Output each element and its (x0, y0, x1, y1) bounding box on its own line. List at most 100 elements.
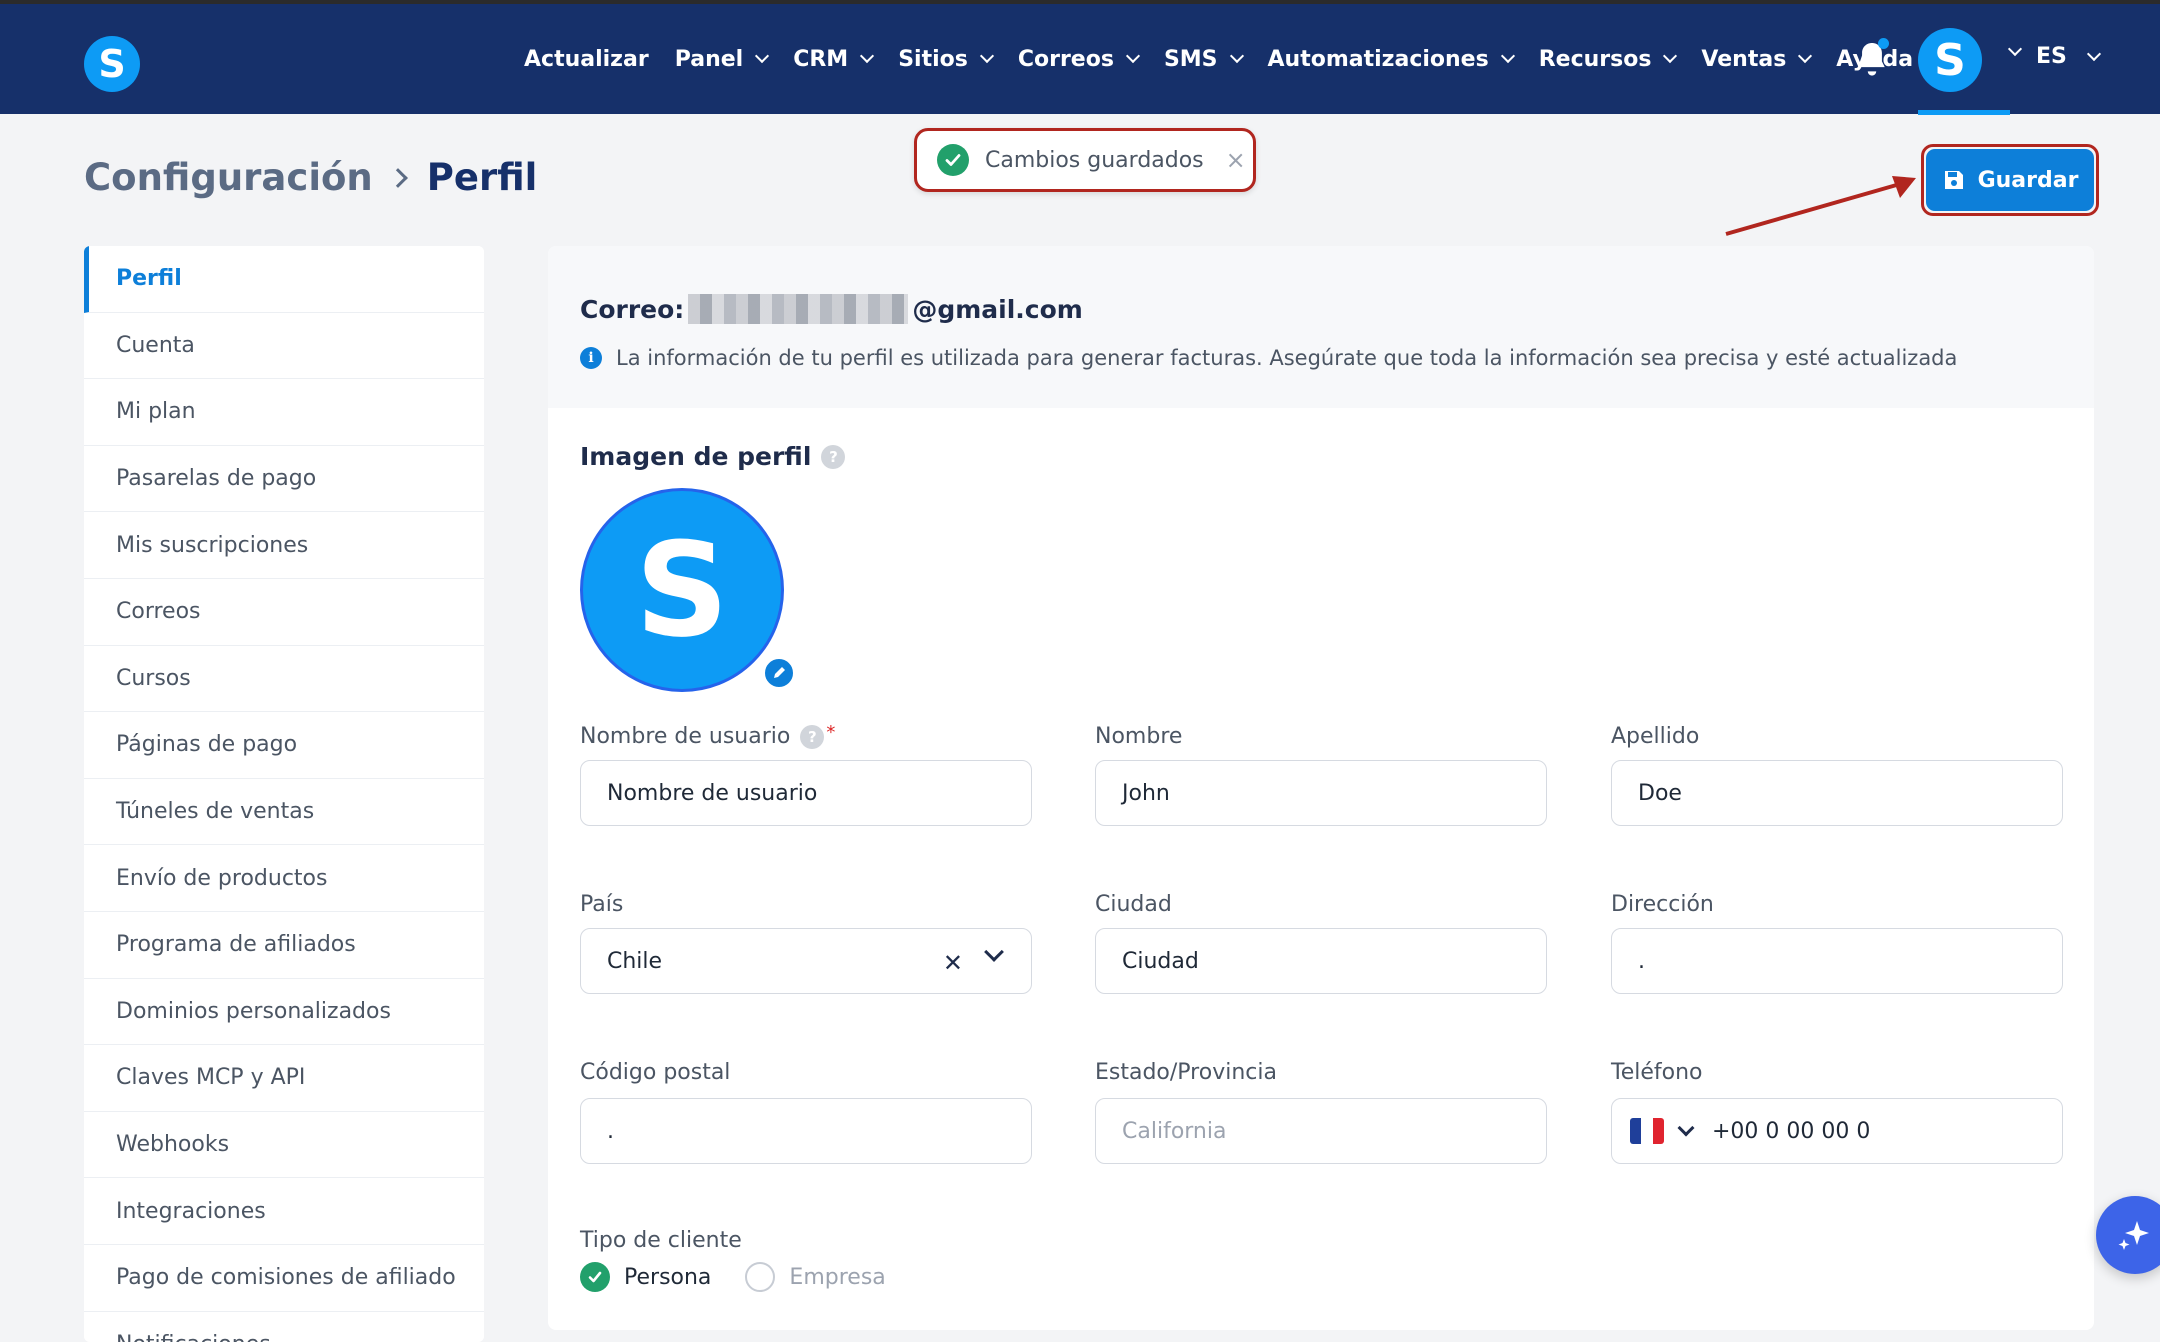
sidebar-item[interactable]: Cuenta (84, 312, 484, 380)
pencil-icon[interactable] (762, 656, 796, 690)
info-icon: i (580, 347, 602, 369)
phone-input[interactable]: +00 0 00 00 0 (1611, 1098, 2063, 1164)
save-button[interactable]: Guardar (1926, 149, 2094, 211)
chevron-down-icon (2086, 46, 2101, 61)
chevron-down-icon (755, 48, 770, 64)
username-input[interactable]: Nombre de usuario (580, 760, 1032, 826)
chevron-down-icon (1663, 48, 1678, 64)
sidebar-item[interactable]: Cursos (84, 645, 484, 713)
nav-item-automatizaciones[interactable]: Automatizaciones (1267, 46, 1515, 72)
nav-menu: Actualizar Panel CRM Sitios Correos SMS Automa… (524, 4, 1939, 114)
nav-item-correos[interactable]: Correos (1017, 46, 1141, 72)
phone-label: Teléfono (1611, 1060, 1703, 1085)
username-label: Nombre de usuario ? * (580, 722, 836, 749)
check-circle-icon (937, 144, 969, 176)
app-logo[interactable]: S (84, 36, 140, 92)
customer-type-radios: Persona Empresa (580, 1262, 886, 1292)
radio-empresa-label[interactable]: Empresa (789, 1265, 885, 1290)
toast-message: Cambios guardados (985, 147, 1204, 173)
profile-image-title: Imagen de perfil ? (580, 442, 846, 471)
radio-empresa[interactable] (745, 1262, 776, 1292)
nav-item-actualizar[interactable]: Actualizar (524, 47, 649, 72)
france-flag-icon[interactable] (1630, 1118, 1664, 1144)
radio-persona[interactable] (580, 1262, 610, 1292)
chevron-down-icon (979, 48, 994, 64)
profile-avatar[interactable]: S (580, 488, 784, 692)
avatar-chevron-down-icon[interactable] (2007, 41, 2023, 57)
nav-item-label: Panel (674, 46, 744, 72)
city-input[interactable]: Ciudad (1095, 928, 1547, 994)
first-name-input[interactable]: John (1095, 760, 1547, 826)
settings-sidebar: Perfil Cuenta Mi plan Pasarelas de pago Mis … (84, 246, 484, 1342)
country-value: Chile (607, 948, 663, 974)
postal-code-label: Código postal (580, 1060, 731, 1085)
language-selector[interactable]: ES (2036, 44, 2101, 69)
language-label: ES (2036, 44, 2067, 69)
nav-item-sms[interactable]: SMS (1163, 46, 1244, 72)
nav-item-crm[interactable]: CRM (793, 47, 875, 72)
required-mark: * (826, 722, 836, 743)
nav-item-label: Actualizar (524, 46, 649, 72)
sidebar-item[interactable]: Notificaciones (84, 1311, 484, 1342)
phone-value: +00 0 00 00 0 (1712, 1118, 1871, 1144)
email-domain: @gmail.com (912, 294, 1083, 324)
profile-header: Correo: @gmail.com i La información de t… (548, 246, 2094, 408)
success-toast: Cambios guardados × (914, 128, 1256, 192)
nav-item-sitios[interactable]: Sitios (898, 47, 994, 72)
sidebar-item[interactable]: Pasarelas de pago (84, 445, 484, 513)
sidebar-item[interactable]: Mis suscripciones (84, 512, 484, 579)
sidebar-item[interactable]: Pago de comisiones de afiliado (84, 1244, 484, 1312)
help-icon[interactable]: ? (800, 724, 825, 749)
sidebar-item[interactable]: Integraciones (84, 1178, 484, 1245)
info-text: La información de tu perfil es utilizada… (616, 346, 1958, 370)
floppy-disk-icon (1944, 171, 1963, 189)
sparkles-icon (2118, 1221, 2149, 1250)
chevron-down-icon[interactable] (984, 942, 1004, 962)
nav-item-label: Automatizaciones (1267, 46, 1489, 72)
country-select[interactable]: Chile ✕ (580, 928, 1032, 994)
postal-code-input[interactable]: . (580, 1098, 1032, 1164)
nav-item-label: Ventas (1701, 46, 1787, 72)
notification-dot (1878, 38, 1889, 49)
sidebar-item[interactable]: Mi plan (84, 379, 484, 446)
ai-assistant-button[interactable] (2096, 1196, 2160, 1274)
user-avatar[interactable]: S (1918, 28, 1982, 92)
nav-item-ventas[interactable]: Ventas (1701, 46, 1813, 72)
sidebar-item[interactable]: Perfil (84, 246, 484, 313)
country-label: País (580, 892, 624, 917)
sidebar-item[interactable]: Correos (84, 578, 484, 646)
email-redacted (688, 294, 909, 324)
chevron-down-icon (1798, 48, 1813, 64)
nav-item-panel[interactable]: Panel (674, 46, 770, 72)
sidebar-item[interactable]: Túneles de ventas (84, 778, 484, 846)
nav-item-label: SMS (1163, 46, 1218, 72)
top-navbar: S Actualizar Panel CRM Sitios Correos SMS Auto… (0, 4, 2160, 115)
sidebar-item[interactable]: Dominios personalizados (84, 978, 484, 1046)
email-label: Correo: (580, 294, 685, 324)
sidebar-item[interactable]: Claves MCP y API (84, 1045, 484, 1112)
sidebar-item[interactable]: Webhooks (84, 1111, 484, 1179)
chevron-down-icon[interactable] (1677, 1119, 1695, 1137)
sidebar-item[interactable]: Envío de productos (84, 845, 484, 912)
customer-type-label: Tipo de cliente (580, 1228, 742, 1253)
address-input[interactable]: . (1611, 928, 2063, 994)
page-title: Perfil (426, 156, 538, 199)
help-icon[interactable]: ? (821, 444, 846, 469)
last-name-input[interactable]: Doe (1611, 760, 2063, 826)
first-name-label: Nombre (1095, 724, 1183, 749)
sidebar-item[interactable]: Páginas de pago (84, 712, 484, 779)
email-line: Correo: @gmail.com (580, 294, 1083, 324)
state-input[interactable]: California (1095, 1098, 1547, 1164)
clear-icon[interactable]: ✕ (943, 949, 963, 977)
close-icon[interactable]: × (1226, 146, 1246, 174)
sidebar-item[interactable]: Programa de afiliados (84, 911, 484, 979)
chevron-down-icon (1125, 48, 1141, 64)
save-button-label: Guardar (1977, 167, 2079, 193)
breadcrumb-parent[interactable]: Configuración (84, 156, 373, 199)
chevron-down-icon (1229, 48, 1244, 64)
radio-persona-label[interactable]: Persona (624, 1265, 711, 1290)
chevron-down-icon (860, 48, 875, 64)
nav-item-recursos[interactable]: Recursos (1539, 47, 1678, 72)
state-label: Estado/Provincia (1095, 1060, 1277, 1085)
nav-item-label: Correos (1017, 46, 1114, 72)
